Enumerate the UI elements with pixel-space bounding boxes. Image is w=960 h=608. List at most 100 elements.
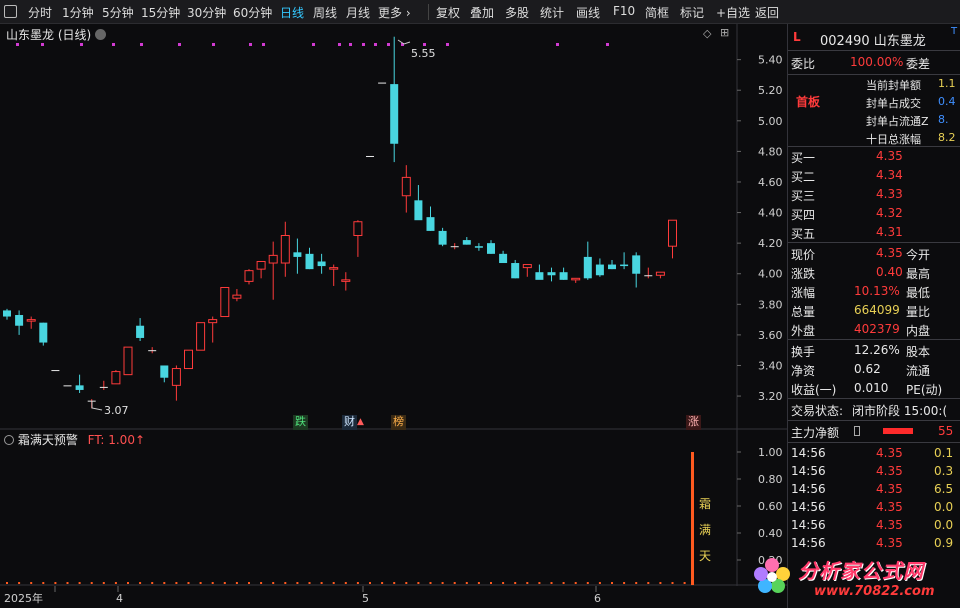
candle-body[interactable] (39, 322, 48, 343)
tab-5min[interactable]: 5分钟 (102, 4, 134, 21)
candle-body[interactable] (522, 264, 532, 269)
candle-body[interactable] (123, 346, 133, 376)
stock-title-label: 山东墨龙 (日线) (6, 28, 92, 42)
candle-body[interactable] (208, 319, 218, 324)
candle-body[interactable] (99, 386, 108, 388)
candle-body[interactable] (462, 240, 471, 245)
expand-icon[interactable]: ⊞ (720, 26, 729, 39)
candle-body[interactable] (620, 264, 629, 267)
candle-body[interactable] (559, 272, 568, 280)
candle-body[interactable] (305, 253, 314, 270)
multi-stock-button[interactable]: 多股 (505, 4, 529, 21)
settings-dot-icon[interactable] (95, 29, 107, 40)
candle-body[interactable] (196, 322, 206, 351)
candle-body[interactable] (390, 84, 399, 144)
candle-body[interactable] (317, 261, 326, 267)
candle-body[interactable] (3, 310, 11, 317)
candle-body[interactable] (15, 315, 24, 326)
kline-chart[interactable]: 3.20 3.40 3.60 3.80 4.00 4.20 4.40 4.60 4.80 5.00… (0, 24, 787, 608)
candle-body[interactable] (136, 325, 145, 338)
candle-body[interactable] (401, 176, 411, 197)
indicator-dot (175, 582, 178, 584)
more-menu[interactable]: 更多 › (378, 4, 411, 21)
f10-button[interactable]: F10 (613, 4, 635, 18)
tab-30min[interactable]: 30分钟 (187, 4, 226, 21)
event-badge-finance[interactable]: 财 (342, 415, 357, 430)
candle-body[interactable] (608, 264, 616, 270)
candle-body[interactable] (511, 263, 520, 279)
weibi-value: 100.00% (850, 55, 904, 69)
candle-body[interactable] (571, 277, 581, 281)
candle-body[interactable] (668, 219, 677, 247)
candle-body[interactable] (160, 365, 169, 378)
candle-body[interactable] (148, 350, 157, 352)
candle-body[interactable] (632, 255, 641, 274)
candle-body[interactable] (644, 275, 653, 277)
candle-body[interactable] (184, 349, 193, 370)
candle-body[interactable] (232, 294, 242, 299)
candle-body[interactable] (26, 319, 36, 322)
quote-value: 0.40 (876, 265, 903, 279)
candle-body[interactable] (75, 385, 84, 390)
candle-body[interactable] (329, 267, 339, 270)
candle-body[interactable] (268, 254, 278, 264)
candle-body[interactable] (655, 271, 665, 276)
buy-level-row[interactable]: 买四 4.32 (788, 205, 960, 223)
marker-dot (446, 43, 449, 46)
buy-level-row[interactable]: 买二 4.34 (788, 167, 960, 185)
adjust-button[interactable]: 复权 (436, 4, 460, 21)
candle-body[interactable] (474, 246, 483, 248)
stats-button[interactable]: 统计 (540, 4, 564, 21)
candle-body[interactable] (378, 82, 387, 84)
candle-body[interactable] (244, 270, 254, 282)
candle-body[interactable] (583, 256, 592, 279)
tab-60min[interactable]: 60分钟 (233, 4, 272, 21)
buy-level-row[interactable]: 买三 4.33 (788, 186, 960, 204)
candle-body[interactable] (220, 286, 230, 318)
back-button[interactable]: 返回 (755, 4, 779, 21)
tab-monthly[interactable]: 月线 (346, 4, 370, 21)
candle-body[interactable] (63, 385, 72, 387)
tab-15min[interactable]: 15分钟 (141, 4, 180, 21)
tab-daily[interactable]: 日线 (280, 4, 304, 21)
candle-body[interactable] (535, 272, 544, 280)
event-badge-fall[interactable]: 跌 (293, 415, 308, 430)
candle-body[interactable] (111, 371, 121, 385)
candle-body[interactable] (341, 279, 351, 282)
candle-body[interactable] (256, 260, 266, 270)
tab-intraday[interactable]: 分时 (28, 4, 52, 21)
candle-body[interactable] (438, 230, 447, 245)
candle-body[interactable] (426, 217, 435, 231)
candle-body[interactable] (353, 221, 363, 236)
draw-button[interactable]: 画线 (576, 4, 600, 21)
tab-weekly[interactable]: 周线 (313, 4, 337, 21)
simple-frame-button[interactable]: 简框 (645, 4, 669, 21)
chart-area[interactable]: 3.20 3.40 3.60 3.80 4.00 4.20 4.40 4.60 4.80 5.00… (0, 24, 787, 608)
quote-label: 总量 (791, 305, 816, 319)
candle-body[interactable] (293, 252, 302, 257)
mark-button[interactable]: 标记 (680, 4, 704, 21)
toolbar: 分时 1分钟 5分钟 15分钟 30分钟 60分钟 日线 周线 月线 更多 › … (0, 0, 960, 24)
candle-body[interactable] (171, 368, 181, 386)
candle-body[interactable] (414, 200, 423, 221)
diamond-icon[interactable]: ◇ (703, 27, 711, 40)
indicator-ft-value: FT: 1.00 (87, 433, 135, 447)
buy-level-row[interactable]: 买五 4.31 (788, 224, 960, 242)
candle-body[interactable] (499, 253, 508, 264)
indicator-dot (429, 582, 432, 584)
candle-body[interactable] (51, 370, 60, 372)
candle-body[interactable] (450, 246, 459, 248)
candle-body[interactable] (595, 264, 604, 276)
buy-level-row[interactable]: 买一 4.35 (788, 148, 960, 166)
add-watchlist-button[interactable]: +自选 (716, 4, 750, 21)
candle-body[interactable] (280, 234, 290, 264)
event-badge-list[interactable]: 榜 (391, 415, 406, 430)
candle-body[interactable] (366, 155, 374, 157)
event-badge-rise[interactable]: 涨 (686, 415, 701, 430)
overlay-button[interactable]: 叠加 (470, 4, 494, 21)
indicator-menu-icon[interactable] (4, 435, 14, 445)
candle-body[interactable] (547, 272, 556, 276)
tab-1min[interactable]: 1分钟 (62, 4, 94, 21)
tick-time: 14:56 (791, 464, 826, 478)
candle-body[interactable] (487, 243, 495, 254)
